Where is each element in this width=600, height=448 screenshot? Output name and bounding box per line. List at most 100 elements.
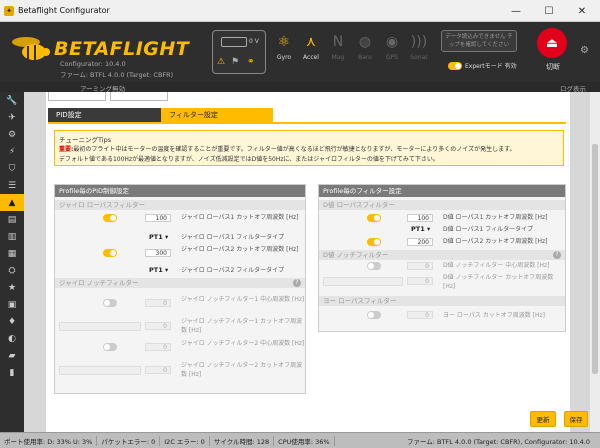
close-button[interactable]: ✕ bbox=[566, 0, 598, 22]
tips-text-1: 最初のフライト中はモーターの温度を確認することが重要です。フィルター値が高くなる… bbox=[73, 146, 516, 153]
sidebar-receiver-icon[interactable]: ▤ bbox=[0, 211, 24, 228]
gyro-notch2-center-input[interactable]: 0 bbox=[145, 343, 171, 351]
cpu-load: CPU使用率: 36% bbox=[274, 435, 335, 446]
gyro-notch2-cutoff-label: ジャイロ ノッチフィルター2 カットオフ周波数 [Hz] bbox=[181, 362, 303, 378]
tab-underline bbox=[48, 122, 566, 124]
d-lp2-hz-input[interactable]: 200 bbox=[407, 238, 433, 246]
gyro-notch1-cutoff-row: 0 ジャイロ ノッチフィルター1 カットオフ周波数 [Hz] bbox=[55, 317, 305, 337]
sidebar-ports-icon[interactable]: ✈ bbox=[0, 109, 24, 126]
maximize-button[interactable]: ☐ bbox=[533, 0, 565, 22]
gyro-lp1-type-select[interactable]: PT1 ▾ bbox=[149, 233, 168, 241]
gyro-lp2-type-row: PT1 ▾ ジャイロ ローパス2 フィルタータイプ bbox=[55, 266, 305, 276]
gyro-notch1-center-input[interactable]: 0 bbox=[145, 299, 171, 307]
gyro-lp2-hz-row: 300 ジャイロ ローパス2 カットオフ周波数 [Hz] bbox=[55, 245, 305, 265]
tab-pid-settings[interactable]: PID設定 bbox=[48, 108, 161, 122]
d-notch-cutoff-row: 0 D値 ノッチフィルター カットオフ周波数 [Hz] bbox=[319, 273, 565, 293]
profile-selectors bbox=[48, 92, 208, 101]
vertical-scrollbar[interactable] bbox=[590, 92, 600, 432]
gyro-lp2-type-select[interactable]: PT1 ▾ bbox=[149, 266, 168, 274]
sidebar-blackbox-icon[interactable]: ♦ bbox=[0, 313, 24, 330]
sidebar-motors-icon[interactable]: ★ bbox=[0, 279, 24, 296]
gyro-lowpass-header: ジャイロ ローパスフィルター bbox=[55, 200, 305, 210]
battery-widget: 0 V ⚠ ⚑ ⚭ bbox=[212, 30, 266, 74]
brand-name: BETAFLIGHT bbox=[54, 38, 190, 60]
help-icon[interactable]: ? bbox=[293, 279, 301, 287]
sidebar-adjustments-icon[interactable]: ▦ bbox=[0, 245, 24, 262]
tips-warning: 重要: bbox=[59, 146, 74, 153]
disconnect-button[interactable]: ⏏ bbox=[537, 28, 567, 58]
profile-select[interactable] bbox=[48, 92, 106, 101]
sidebar-config-icon[interactable]: ⚙ bbox=[0, 126, 24, 143]
sidebar-servos-icon[interactable]: ⛭ bbox=[0, 262, 24, 279]
gyro-lp1-type-label: ジャイロ ローパス1 フィルタータイプ bbox=[181, 234, 285, 241]
scrollbar-thumb[interactable] bbox=[592, 144, 598, 374]
sidebar-failsafe-icon[interactable]: ⛉ bbox=[0, 160, 24, 177]
sidebar-setup-icon[interactable]: 🔧 bbox=[0, 92, 24, 109]
dataflash-notice: データ読込みできません チップを確認してください bbox=[441, 30, 517, 52]
status-bar: ポート使用率: D: 33% U: 3% パケットエラー: 0 I2C エラー:… bbox=[0, 432, 600, 448]
help-icon[interactable]: ? bbox=[553, 251, 561, 259]
sidebar-cli-icon[interactable]: ▮ bbox=[0, 364, 24, 381]
sidebar-flash-icon[interactable]: ▰ bbox=[0, 347, 24, 364]
sensor-label: GPS bbox=[385, 54, 399, 61]
gyro-notch2-cutoff-input[interactable]: 0 bbox=[145, 366, 171, 374]
main-content: PID設定 フィルター設定 チューニングTips 重要:最初のフライト中はモータ… bbox=[24, 92, 590, 432]
sensor-sonar: ))) Sonar bbox=[407, 30, 431, 74]
d-lp1-type-value: PT1 bbox=[411, 225, 425, 233]
tab-filter-settings[interactable]: フィルター設定 bbox=[161, 108, 273, 122]
gyro-notch1-center-row: 0 ジャイロ ノッチフィルター1 中心周波数 [Hz] bbox=[55, 295, 305, 315]
sidebar-osd-icon[interactable]: ▣ bbox=[0, 296, 24, 313]
d-lp2-hz-row: 200 D値 ローパス2 カットオフ周波数 [Hz] bbox=[319, 237, 565, 247]
sidebar-power-icon[interactable]: ⚡ bbox=[0, 143, 24, 160]
expert-mode-toggle[interactable] bbox=[448, 61, 462, 70]
gyro-lp2-hz-input[interactable]: 300 bbox=[145, 249, 171, 257]
yaw-lp-row: 0 ヨー ローパス カットオフ周波数 [Hz] bbox=[319, 310, 565, 322]
d-lp1-hz-row: 100 D値 ローパス1 カットオフ周波数 [Hz] bbox=[319, 213, 565, 223]
gyro-lp1-toggle[interactable] bbox=[103, 214, 117, 222]
settings-gear-icon[interactable]: ⚙ bbox=[580, 45, 589, 56]
configurator-version: Configurator: 10.4.0 bbox=[60, 60, 126, 68]
sidebar-pid-tuning-icon[interactable]: ▲ bbox=[0, 194, 24, 211]
expert-mode-label: Expertモード 有効 bbox=[465, 63, 517, 70]
panel-title: Profile毎のPID制御設定 bbox=[55, 185, 305, 197]
sensor-label: Sonar bbox=[410, 54, 428, 61]
save-button[interactable]: 保存 bbox=[564, 411, 588, 427]
gyro-lp1-hz-label: ジャイロ ローパス1 カットオフ周波数 [Hz] bbox=[181, 214, 299, 221]
dterm-filter-panel: Profile毎のフィルター設定 D値 ローパスフィルター 100 D値 ローパ… bbox=[318, 184, 566, 332]
yaw-lp-toggle[interactable] bbox=[367, 311, 381, 319]
d-lp1-type-select[interactable]: PT1 ▾ bbox=[411, 225, 430, 233]
sidebar-pid-icon[interactable]: ☰ bbox=[0, 177, 24, 194]
app-header: BETAFLIGHT Configurator: 10.4.0 ファーム: BT… bbox=[0, 22, 600, 82]
gyro-notch1-cutoff-input[interactable]: 0 bbox=[145, 322, 171, 330]
d-lp1-hz-input[interactable]: 100 bbox=[407, 214, 433, 222]
gyro-lp1-hz-input[interactable]: 100 bbox=[145, 214, 171, 222]
sidebar-sensors-icon[interactable]: ◐ bbox=[0, 330, 24, 347]
refresh-button[interactable]: 更新 bbox=[530, 411, 556, 427]
d-notch-cutoff-label: D値 ノッチフィルター カットオフ周波数 [Hz] bbox=[443, 274, 554, 290]
sensor-accel: ⋏ Accel bbox=[299, 30, 323, 74]
spacer-box bbox=[59, 322, 141, 331]
d-lp1-toggle[interactable] bbox=[367, 214, 381, 222]
d-notch-center-row: 0 D値 ノッチフィルター 中心周波数 [Hz] bbox=[319, 261, 565, 271]
d-lowpass-header: D値 ローパスフィルター bbox=[319, 200, 565, 210]
window-titlebar: ✦ Betaflight Configurator — ☐ ✕ bbox=[0, 0, 600, 22]
gyro-notch1-toggle[interactable] bbox=[103, 299, 117, 307]
gyro-notch2-center-label: ジャイロ ノッチフィルター2 中心周波数 [Hz] bbox=[181, 340, 305, 347]
minimize-button[interactable]: — bbox=[500, 0, 532, 22]
rate-profile-select[interactable] bbox=[110, 92, 168, 101]
d-notch-toggle[interactable] bbox=[367, 262, 381, 270]
sensor-gyro: ⚛ Gyro bbox=[272, 30, 296, 74]
d-lp1-type-label: D値 ローパス1 フィルタータイプ bbox=[443, 226, 534, 233]
gyro-notch-title: ジャイロ ノッチフィルター bbox=[59, 279, 139, 287]
sensor-gps: ◉ GPS bbox=[380, 30, 404, 74]
d-lp2-toggle[interactable] bbox=[367, 238, 381, 246]
sidebar-modes-icon[interactable]: ▥ bbox=[0, 228, 24, 245]
gyro-notch2-toggle[interactable] bbox=[103, 343, 117, 351]
disconnect-label: 切断 bbox=[546, 63, 560, 71]
d-notch-cutoff-input[interactable]: 0 bbox=[407, 277, 433, 285]
yaw-lp-hz-input[interactable]: 0 bbox=[407, 311, 433, 319]
spacer-box bbox=[323, 277, 403, 286]
d-notch-center-input[interactable]: 0 bbox=[407, 262, 433, 270]
gyro-lp2-toggle[interactable] bbox=[103, 249, 117, 257]
tips-title: チューニングTips bbox=[59, 136, 112, 144]
